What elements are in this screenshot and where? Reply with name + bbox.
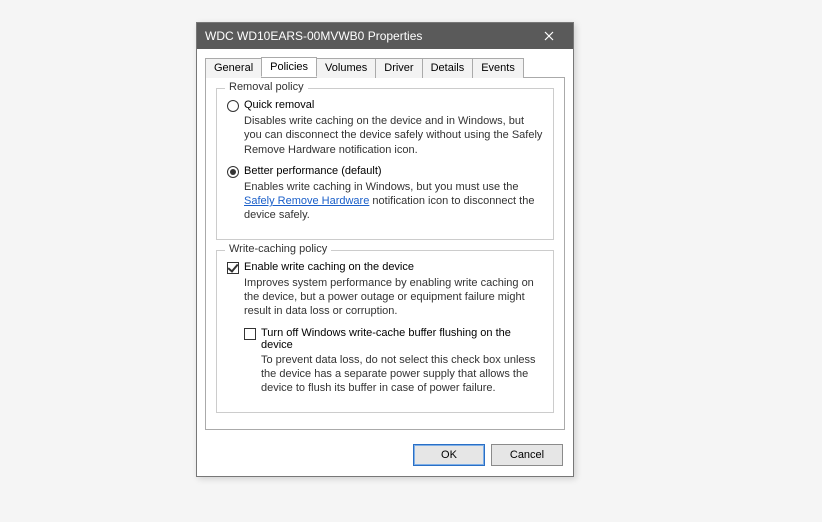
quick-removal-label[interactable]: Quick removal (244, 99, 314, 111)
turn-off-flush-label[interactable]: Turn off Windows write-cache buffer flus… (261, 327, 543, 351)
better-performance-desc: Enables write caching in Windows, but yo… (244, 180, 543, 223)
better-performance-radio[interactable] (227, 166, 239, 178)
enable-write-caching-label[interactable]: Enable write caching on the device (244, 261, 414, 273)
enable-write-caching-checkbox[interactable] (227, 262, 239, 274)
tab-policies[interactable]: Policies (261, 57, 317, 77)
better-performance-row: Better performance (default) (227, 165, 543, 178)
turn-off-flush-checkbox[interactable] (244, 328, 256, 340)
quick-removal-row: Quick removal (227, 99, 543, 112)
close-icon (544, 31, 554, 41)
enable-write-caching-row: Enable write caching on the device (227, 261, 543, 274)
write-caching-group: Write-caching policy Enable write cachin… (216, 250, 554, 413)
removal-policy-title: Removal policy (225, 81, 308, 93)
tab-general[interactable]: General (205, 58, 262, 78)
better-performance-label[interactable]: Better performance (default) (244, 165, 382, 177)
enable-write-caching-desc: Improves system performance by enabling … (244, 276, 543, 319)
close-button[interactable] (531, 23, 567, 49)
tab-driver[interactable]: Driver (375, 58, 422, 78)
ok-button[interactable]: OK (413, 444, 485, 466)
turn-off-flush-section: Turn off Windows write-cache buffer flus… (244, 327, 543, 396)
policies-panel: Removal policy Quick removal Disables wr… (205, 78, 565, 430)
tab-events[interactable]: Events (472, 58, 524, 78)
better-desc-before: Enables write caching in Windows, but yo… (244, 181, 519, 193)
cancel-button[interactable]: Cancel (491, 444, 563, 466)
quick-removal-radio[interactable] (227, 100, 239, 112)
window-title: WDC WD10EARS-00MVWB0 Properties (205, 29, 531, 43)
properties-dialog: WDC WD10EARS-00MVWB0 Properties General … (196, 22, 574, 477)
write-caching-title: Write-caching policy (225, 243, 331, 255)
tab-details[interactable]: Details (422, 58, 474, 78)
tab-strip: General Policies Volumes Driver Details … (205, 57, 565, 78)
safely-remove-hardware-link[interactable]: Safely Remove Hardware (244, 195, 369, 207)
dialog-buttons: OK Cancel (197, 438, 573, 476)
turn-off-flush-row: Turn off Windows write-cache buffer flus… (244, 327, 543, 351)
turn-off-flush-desc: To prevent data loss, do not select this… (261, 353, 543, 396)
removal-policy-group: Removal policy Quick removal Disables wr… (216, 88, 554, 240)
titlebar: WDC WD10EARS-00MVWB0 Properties (197, 23, 573, 49)
quick-removal-desc: Disables write caching on the device and… (244, 114, 543, 157)
tab-volumes[interactable]: Volumes (316, 58, 376, 78)
